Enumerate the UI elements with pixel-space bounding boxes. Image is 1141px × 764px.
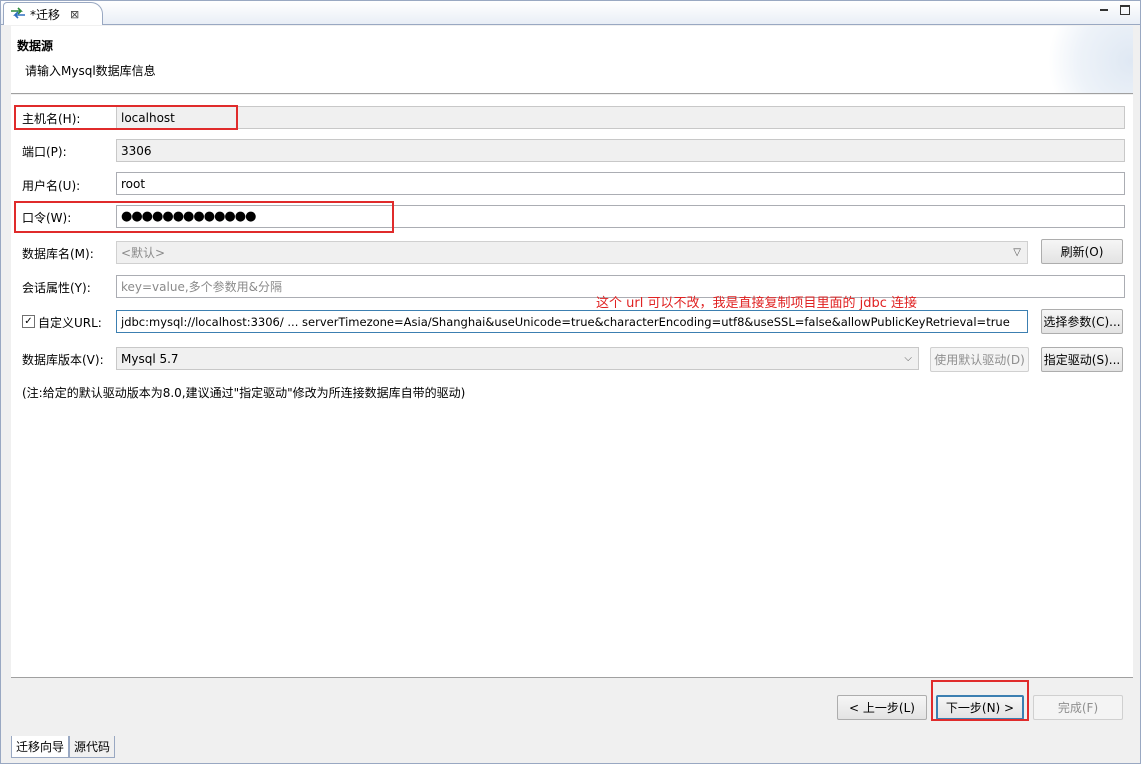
database-label: 数据库名(M): bbox=[22, 247, 94, 261]
chevron-down-icon: ⌵ bbox=[904, 353, 912, 364]
database-select[interactable]: <默认> ▽ bbox=[116, 241, 1028, 264]
migration-editor: *迁移 ⊠ 数据源 请输入Mysql数据库信息 主机名(H): localhos… bbox=[0, 0, 1141, 764]
tab-migration-wizard[interactable]: 迁移向导 bbox=[11, 736, 70, 758]
maximize-icon[interactable] bbox=[1120, 5, 1130, 15]
finish-button[interactable]: 完成(F) bbox=[1033, 695, 1123, 720]
port-label: 端口(P): bbox=[22, 145, 67, 159]
default-driver-button[interactable]: 使用默认驱动(D) bbox=[930, 347, 1029, 372]
host-field[interactable]: localhost bbox=[116, 106, 1125, 129]
migrate-icon bbox=[10, 6, 26, 22]
host-label: 主机名(H): bbox=[22, 112, 81, 126]
database-select-value: <默认> bbox=[121, 246, 166, 260]
db-version-label: 数据库版本(V): bbox=[22, 353, 104, 367]
choose-params-button[interactable]: 选择参数(C)... bbox=[1041, 309, 1123, 334]
chevron-down-icon: ▽ bbox=[1013, 247, 1021, 258]
refresh-button[interactable]: 刷新(O) bbox=[1041, 239, 1123, 264]
db-version-select[interactable]: Mysql 5.7 ⌵ bbox=[116, 347, 919, 370]
editor-tab-migration[interactable]: *迁移 ⊠ bbox=[3, 2, 103, 25]
user-label: 用户名(U): bbox=[22, 179, 81, 193]
window-controls bbox=[1098, 4, 1130, 16]
specify-driver-button[interactable]: 指定驱动(S)... bbox=[1041, 347, 1123, 372]
minimize-icon[interactable] bbox=[1098, 4, 1110, 16]
user-field[interactable]: root bbox=[116, 172, 1125, 195]
header-decoration bbox=[1033, 26, 1133, 93]
next-button[interactable]: 下一步(N) > bbox=[936, 695, 1024, 720]
editor-tab-title: *迁移 bbox=[30, 7, 61, 22]
custom-url-label: 自定义URL: bbox=[38, 316, 102, 330]
url-annotation: 这个 url 可以不改，我是直接复制项目里面的 jdbc 连接 bbox=[596, 296, 917, 311]
page-subtitle: 请输入Mysql数据库信息 bbox=[25, 64, 156, 78]
custom-url-checkbox[interactable]: ✓ bbox=[22, 315, 35, 328]
wizard-header: 数据源 请输入Mysql数据库信息 bbox=[11, 26, 1133, 94]
password-label: 口令(W): bbox=[22, 211, 72, 225]
driver-note: (注:给定的默认驱动版本为8.0,建议通过"指定驱动"修改为所连接数据库自带的驱… bbox=[22, 386, 466, 400]
wizard-body: 主机名(H): localhost 端口(P): 3306 用户名(U): ro… bbox=[11, 95, 1133, 677]
editor-tab-strip: *迁移 ⊠ bbox=[1, 1, 1140, 25]
prev-button[interactable]: < 上一步(L) bbox=[837, 695, 927, 720]
custom-url-input[interactable]: jdbc:mysql://localhost:3306/ ... serverT… bbox=[116, 310, 1028, 333]
port-field[interactable]: 3306 bbox=[116, 139, 1125, 162]
close-icon[interactable]: ⊠ bbox=[70, 8, 79, 21]
page-title: 数据源 bbox=[17, 39, 54, 53]
password-field[interactable]: ●●●●●●●●●●●●● bbox=[116, 205, 1125, 228]
session-label: 会话属性(Y): bbox=[22, 281, 91, 295]
tab-source-code[interactable]: 源代码 bbox=[69, 736, 116, 758]
footer-divider bbox=[11, 677, 1133, 678]
bottom-tab-bar: 迁移向导 源代码 bbox=[11, 736, 116, 758]
db-version-value: Mysql 5.7 bbox=[121, 351, 179, 366]
